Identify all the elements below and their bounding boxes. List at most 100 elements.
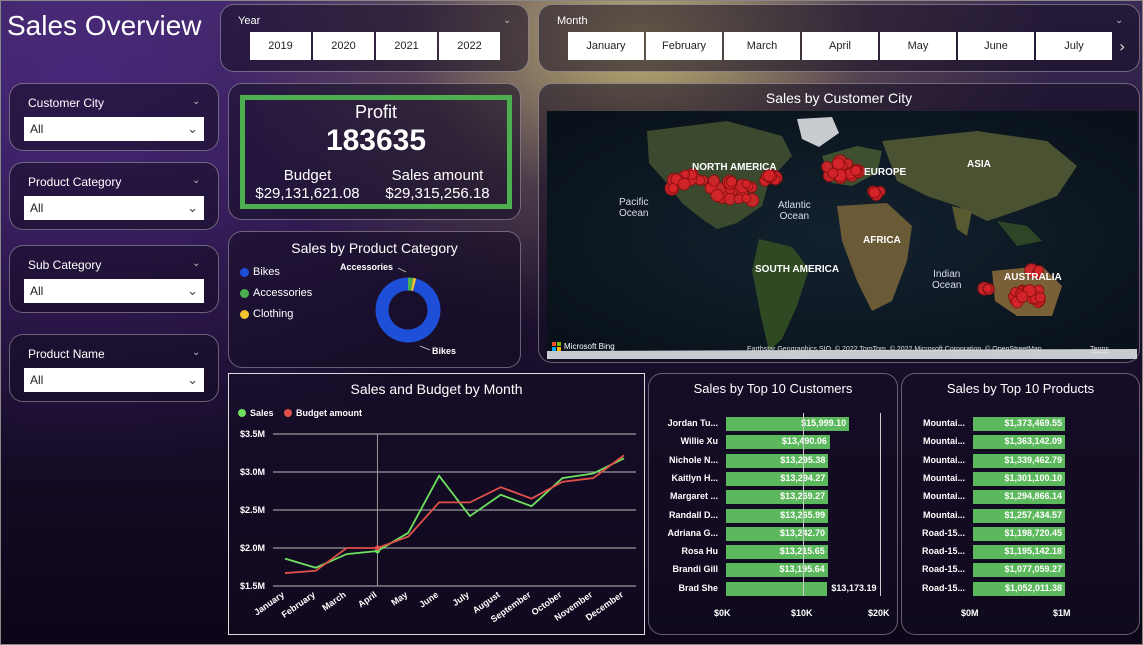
month-tile-march[interactable]: March (724, 32, 800, 60)
bar-value-label: $1,339,462.79 (1004, 454, 1062, 465)
month-tile-january[interactable]: January (568, 32, 644, 60)
donut-slice-clothing (411, 277, 417, 292)
sub-category-value: All (30, 284, 44, 298)
city-bubble (741, 193, 752, 204)
year-tile-2021[interactable]: 2021 (376, 32, 437, 60)
category-chart-title: Sales by Product Category (291, 240, 458, 256)
legend-item-clothing[interactable]: Clothing (240, 308, 293, 320)
legend-label: Budget amount (296, 408, 362, 418)
bar-value-label: $1,198,720.45 (1004, 527, 1062, 538)
product-name-dropdown[interactable]: All ⌄ (24, 368, 204, 392)
y-tick-label: $3.5M (240, 429, 265, 439)
y-tick-label: $2.5M (240, 505, 265, 515)
bar-value-label: $13,195.64 (726, 564, 825, 574)
city-bubble (741, 179, 751, 189)
bing-brand: Microsoft Bing (564, 342, 615, 351)
legend-item-budget-amount[interactable]: Budget amount (284, 408, 362, 418)
bing-logo: Microsoft Bing (552, 342, 615, 351)
bar-value-label: $1,301,100.10 (1004, 472, 1062, 483)
bar[interactable] (726, 581, 828, 596)
bar-value-label: $13,242.70 (726, 528, 825, 538)
legend-item-bikes[interactable]: Bikes (240, 266, 280, 278)
bar-value-label: $13,295.38 (726, 455, 825, 465)
year-tile-2020[interactable]: 2020 (313, 32, 374, 60)
x-tick-label: May (389, 589, 409, 607)
microsoft-logo-icon (552, 342, 561, 351)
month-tile-june[interactable]: June (958, 32, 1034, 60)
bar-value-label: $13,269.27 (726, 491, 825, 501)
x-tick-label: $0K (714, 608, 731, 618)
sub-category-dropdown[interactable]: All ⌄ (24, 279, 204, 303)
product-name-slicer: Product Name ⌄ All ⌄ (9, 334, 219, 402)
bar-category-label: Road-15... (921, 527, 965, 538)
line-chart-title: Sales and Budget by Month (350, 381, 523, 397)
bar-value-label: $1,052,011.38 (1004, 582, 1062, 593)
map-label-europe: EUROPE (864, 167, 907, 178)
map-label-south-america: SOUTH AMERICA (755, 264, 840, 275)
chevron-down-icon: ⌄ (187, 200, 198, 215)
y-tick-label: $1.5M (240, 581, 265, 591)
map-label-asia: ASIA (967, 159, 991, 170)
bar-value-label: $13,490.06 (781, 436, 827, 447)
x-tick-label: $10K (791, 608, 813, 618)
product-category-dropdown[interactable]: All ⌄ (24, 196, 204, 220)
legend-dot (240, 309, 249, 319)
chevron-down-icon[interactable]: ⌄ (192, 175, 200, 186)
month-tile-february[interactable]: February (646, 32, 722, 60)
month-tile-may[interactable]: May (880, 32, 956, 60)
customer-city-dropdown[interactable]: All ⌄ (24, 117, 204, 141)
bar-value-label: $13,265.99 (726, 510, 825, 520)
sub-category-slicer: Sub Category ⌄ All ⌄ (9, 245, 219, 313)
bar-category-label: Rosa Hu (681, 546, 718, 557)
bar-category-label: Mountai... (923, 418, 965, 428)
customer-city-value: All (30, 122, 44, 136)
chevron-down-icon[interactable]: ⌄ (192, 96, 200, 107)
x-tick-label: March (320, 589, 347, 612)
x-tick-label: April (356, 589, 379, 609)
month-tile-april[interactable]: April (802, 32, 878, 60)
bar-category-label: Mountai... (923, 436, 965, 447)
sales-amount-value: $29,315,256.18 (385, 185, 490, 202)
city-bubble (850, 164, 862, 177)
gridline (880, 413, 881, 596)
sub-category-label: Sub Category (28, 258, 102, 272)
map-terms-link[interactable]: Terms (1090, 346, 1109, 353)
bar-category-label: Mountai... (923, 454, 965, 465)
city-bubble (680, 169, 690, 179)
chevron-down-icon[interactable]: ⌄ (1115, 15, 1123, 26)
map-attribution[interactable]: Earthstar Geographics SIO, © 2022 TomTom… (747, 346, 1042, 353)
bar-value-label: $1,294,866.14 (1004, 491, 1062, 502)
legend-item-sales[interactable]: Sales (238, 408, 274, 418)
year-tile-2022[interactable]: 2022 (439, 32, 500, 60)
city-bubble (1034, 292, 1046, 304)
x-tick-label: June (417, 589, 440, 609)
legend-label: Clothing (253, 308, 294, 320)
year-tile-2019[interactable]: 2019 (250, 32, 311, 60)
series-line-budget-amount (284, 454, 625, 574)
product-category-label: Product Category (28, 175, 122, 189)
bar-category-label: Kaitlyn H... (671, 472, 718, 483)
chevron-down-icon[interactable]: ⌄ (192, 347, 200, 358)
map-label-indian: Indian Ocean (932, 269, 962, 291)
bar-value-label: $15,999.10 (801, 418, 847, 428)
month-tile-july[interactable]: July (1036, 32, 1112, 60)
chevron-down-icon[interactable]: ⌄ (192, 258, 200, 269)
chevron-down-icon: ⌄ (187, 121, 198, 136)
bar-category-label: Brandi Gill (672, 564, 718, 575)
map-svg (547, 111, 1137, 359)
product-category-slicer: Product Category ⌄ All ⌄ (9, 162, 219, 230)
world-map[interactable]: NORTH AMERICA EUROPE ASIA AFRICA SOUTH A… (547, 111, 1137, 359)
product-name-value: All (30, 373, 44, 387)
legend-item-accessories[interactable]: Accessories (240, 287, 312, 299)
bar-value-label: $13,215.65 (726, 546, 825, 556)
line-chart: $3.5M$3.0M$2.5M$2.0M$1.5MJanuaryFebruary… (240, 429, 636, 624)
map-label-africa: AFRICA (863, 235, 901, 246)
chevron-down-icon: ⌄ (187, 283, 198, 298)
x-tick-label: $0M (961, 608, 979, 618)
chevron-down-icon[interactable]: ⌄ (503, 15, 511, 26)
city-bubble (827, 167, 839, 179)
city-bubble (677, 177, 691, 191)
series-line-sales (284, 457, 625, 569)
chevron-right-icon[interactable]: › (1119, 37, 1125, 56)
bar-category-label: Road-15... (921, 582, 965, 593)
